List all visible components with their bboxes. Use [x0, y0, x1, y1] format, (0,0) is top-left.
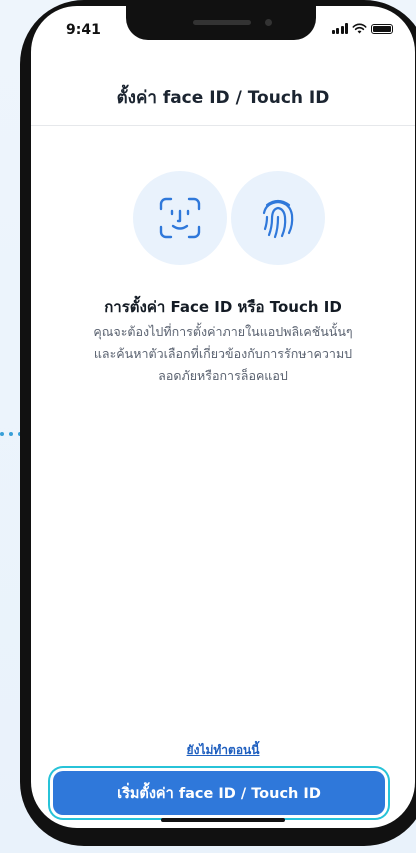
start-setup-button[interactable]: เริ่มตั้งค่า face ID / Touch ID: [53, 771, 385, 815]
battery-icon: [371, 23, 393, 34]
wifi-icon: [352, 23, 367, 34]
fingerprint-icon: [262, 199, 294, 239]
notch: [126, 6, 316, 40]
phone-frame: 9:41 ตั้งค่า face ID / Touch ID การตั้งค…: [20, 0, 416, 846]
signal-icon: [331, 23, 348, 34]
skip-link[interactable]: ยังไม่ทำตอนนี้: [31, 741, 415, 760]
page-title: ตั้งค่า face ID / Touch ID: [116, 88, 330, 108]
section-title: การตั้งค่า Face ID หรือ Touch ID: [104, 298, 342, 316]
face-id-badge: [133, 171, 227, 265]
home-indicator: [161, 818, 285, 822]
decorative-dots: [0, 432, 22, 436]
section-description: คุณจะต้องไปที่การตั้งค่าภายในแอปพลิเคชัน…: [51, 321, 395, 387]
status-icons: [331, 23, 393, 34]
description-line: ลอดภัยหรือการล็อคแอป: [158, 368, 288, 383]
face-id-icon: [159, 197, 201, 239]
description-line: คุณจะต้องไปที่การตั้งค่าภายในแอปพลิเคชัน…: [93, 324, 353, 339]
touch-id-badge: [231, 171, 325, 265]
status-time: 9:41: [66, 22, 101, 38]
header-divider: [31, 125, 415, 126]
screen: 9:41 ตั้งค่า face ID / Touch ID การตั้งค…: [31, 6, 415, 828]
description-line: และค้นหาตัวเลือกที่เกี่ยวข้องกับการรักษา…: [93, 346, 353, 361]
